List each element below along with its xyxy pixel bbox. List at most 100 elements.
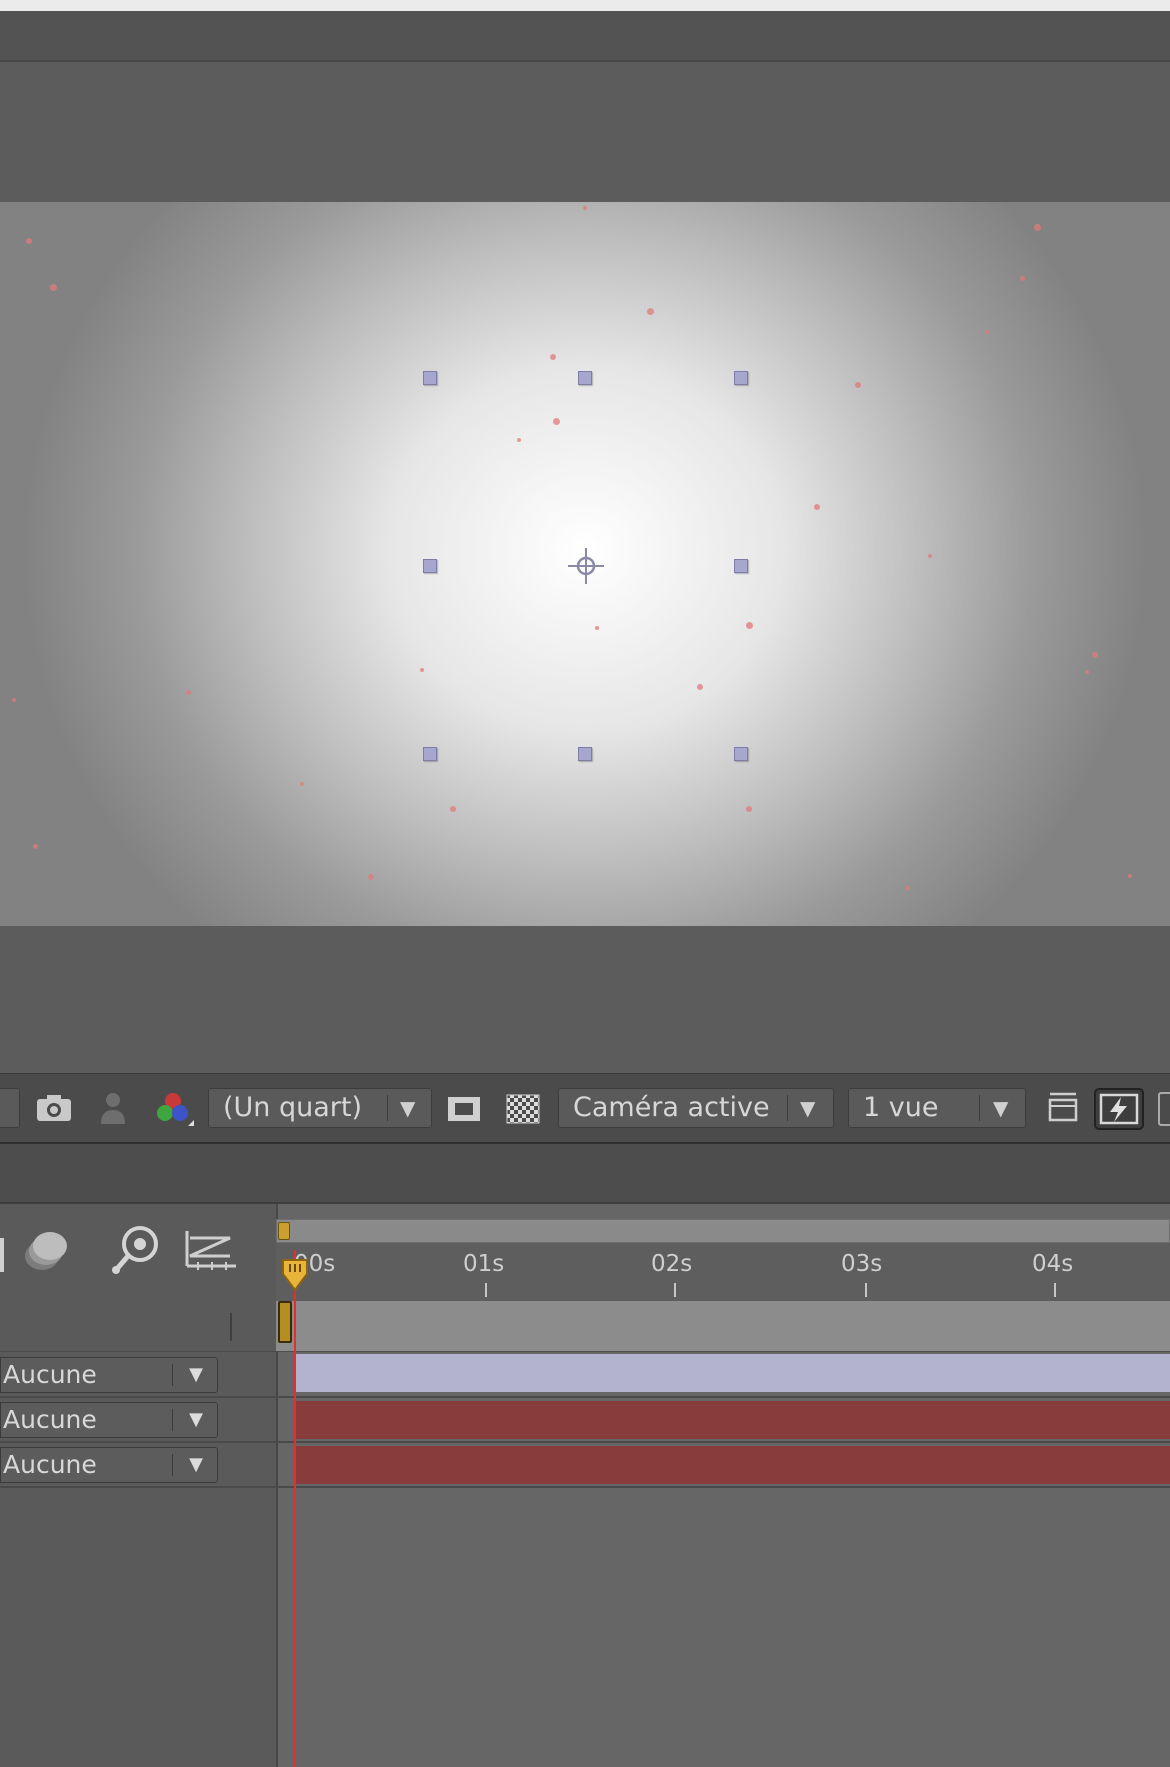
layer-1-duration-bar[interactable]: [296, 1354, 1170, 1392]
view-layout-dropdown[interactable]: 1 vue ▼: [848, 1088, 1026, 1128]
particle: [697, 684, 703, 690]
composition-canvas[interactable]: [0, 202, 1170, 926]
region-of-interest-icon[interactable]: [446, 1094, 482, 1124]
ruler-tick: [485, 1283, 487, 1297]
chevron-down-icon: ▼: [189, 1454, 203, 1475]
particle: [368, 874, 374, 880]
partial-left-button[interactable]: [0, 1088, 20, 1128]
dropdown-divider: [979, 1095, 980, 1121]
particle: [300, 782, 304, 786]
row-separator: [0, 1486, 1170, 1488]
layer-1-parent-dropdown[interactable]: Aucune ▼: [0, 1357, 218, 1393]
row-separator: [0, 1396, 1170, 1398]
timeline-header: [0, 1144, 1170, 1204]
transform-handle-left[interactable]: [423, 559, 437, 573]
row-separator: [0, 1441, 1170, 1443]
layer-3-parent-dropdown[interactable]: Aucune ▼: [0, 1447, 218, 1483]
show-snapshot-icon[interactable]: [98, 1090, 128, 1126]
viewer-toolbar: (Un quart) ▼ Caméra active ▼ 1 vue ▼: [0, 1073, 1170, 1145]
dropdown-divider: [787, 1095, 788, 1121]
particle: [1020, 276, 1025, 281]
particle: [1128, 874, 1132, 878]
channel-rgb-icon[interactable]: [152, 1090, 196, 1130]
partial-right-button[interactable]: [1158, 1092, 1170, 1126]
particle: [12, 698, 16, 702]
particle: [26, 238, 32, 244]
transform-handle-bottom-right[interactable]: [734, 747, 748, 761]
transform-handle-bottom[interactable]: [578, 747, 592, 761]
particle: [985, 330, 989, 334]
chevron-down-icon: ▼: [800, 1096, 816, 1120]
particle: [450, 806, 456, 812]
dropdown-divider: [172, 1364, 173, 1386]
motion-blur-icon[interactable]: [20, 1224, 72, 1276]
comp-row-left: [0, 1301, 276, 1352]
ruler-label-02s: 02s: [651, 1251, 693, 1277]
particle: [1085, 670, 1089, 674]
view-layout-label: 1 vue: [863, 1092, 939, 1123]
snapshot-icon[interactable]: [35, 1093, 73, 1123]
ruler-label-04s: 04s: [1032, 1251, 1074, 1277]
particle: [746, 806, 752, 812]
particle: [1034, 224, 1041, 231]
viewer-tab-bar: [0, 11, 1170, 62]
camera-view-dropdown[interactable]: Caméra active ▼: [558, 1088, 834, 1128]
particle: [550, 354, 556, 360]
chevron-down-icon: ▼: [189, 1409, 203, 1430]
dropdown-divider: [387, 1095, 388, 1121]
particle: [186, 690, 191, 695]
playhead-line[interactable]: [294, 1250, 296, 1767]
dropdown-divider: [172, 1454, 173, 1476]
switch-column-edge: [0, 1238, 4, 1272]
ruler-label-01s: 01s: [463, 1251, 505, 1277]
ruler-label-03s: 03s: [841, 1251, 883, 1277]
particle: [647, 308, 654, 315]
chevron-down-icon: ▼: [189, 1364, 203, 1385]
comp-marker[interactable]: [278, 1301, 292, 1343]
parent-label: Aucune: [3, 1405, 97, 1434]
parent-label: Aucune: [3, 1450, 97, 1479]
row-divider: [230, 1313, 232, 1341]
particle: [855, 382, 861, 388]
layer-2-duration-bar[interactable]: [296, 1401, 1170, 1439]
particle: [814, 504, 820, 510]
particle: [50, 284, 57, 291]
particle: [906, 886, 910, 890]
parent-label: Aucune: [3, 1360, 97, 1389]
ruler-tick: [865, 1283, 867, 1297]
camera-view-label: Caméra active: [573, 1092, 770, 1123]
particle: [928, 554, 932, 558]
particle: [1092, 652, 1098, 658]
particle: [583, 206, 587, 210]
particle: [595, 626, 599, 630]
particle: [420, 668, 424, 672]
transparency-grid-icon[interactable]: [506, 1094, 540, 1124]
particle: [746, 622, 753, 629]
transform-handle-right[interactable]: [734, 559, 748, 573]
resolution-label: (Un quart): [223, 1092, 363, 1123]
resolution-dropdown[interactable]: (Un quart) ▼: [208, 1088, 432, 1128]
current-time-indicator-icon[interactable]: [281, 1258, 309, 1292]
composition-duration-bar[interactable]: [276, 1301, 1170, 1352]
window-top-strip: [0, 0, 1170, 11]
layer-3-duration-bar[interactable]: [296, 1446, 1170, 1484]
pixel-aspect-toggle-icon[interactable]: [1046, 1090, 1080, 1126]
layer-2-parent-dropdown[interactable]: Aucune ▼: [0, 1402, 218, 1438]
anchor-point-icon[interactable]: [566, 546, 606, 586]
dropdown-divider: [172, 1409, 173, 1431]
graph-brainstorm-icon[interactable]: [108, 1224, 164, 1276]
transform-handle-top-right[interactable]: [734, 371, 748, 385]
particle: [553, 418, 560, 425]
work-area-bar[interactable]: [276, 1219, 1170, 1243]
transform-handle-top-left[interactable]: [423, 371, 437, 385]
work-area-start-handle[interactable]: [278, 1222, 290, 1240]
graph-editor-icon[interactable]: [184, 1226, 238, 1272]
time-ruler[interactable]: 00s 01s 02s 03s 04s: [276, 1243, 1170, 1302]
ruler-tick: [674, 1283, 676, 1297]
transform-handle-bottom-left[interactable]: [423, 747, 437, 761]
fast-preview-icon[interactable]: [1094, 1088, 1144, 1130]
particle: [517, 438, 521, 442]
transform-handle-top[interactable]: [578, 371, 592, 385]
particle: [33, 844, 38, 849]
ruler-tick: [1054, 1283, 1056, 1297]
